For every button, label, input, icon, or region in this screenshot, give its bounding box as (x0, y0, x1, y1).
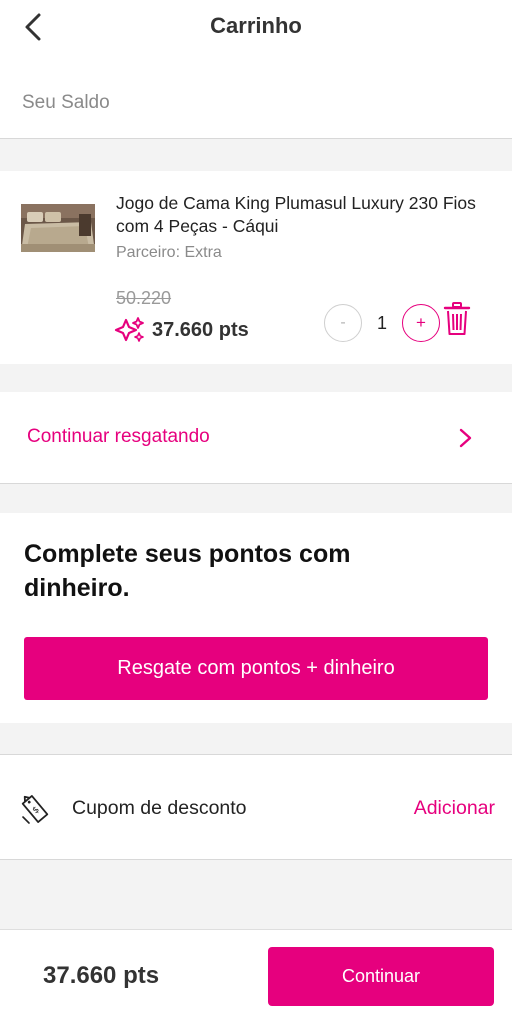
complete-with-money-section: Complete seus pontos com dinheiro. Resga… (0, 513, 512, 723)
product-name[interactable]: Jogo de Cama King Plumasul Luxury 230 Fi… (116, 192, 486, 238)
complete-with-money-title: Complete seus pontos com dinheiro. (24, 540, 351, 602)
quantity-decrease-button[interactable]: - (324, 304, 362, 342)
continue-button[interactable]: Continuar (268, 947, 494, 1006)
points-plus-money-button[interactable]: Resgate com pontos + dinheiro (24, 637, 488, 700)
partner-label: Parceiro: Extra (116, 244, 222, 261)
remove-item-button[interactable] (443, 301, 471, 337)
old-price: 50.220 (116, 288, 172, 308)
quantity-value: 1 (376, 313, 387, 333)
continue-shopping-link[interactable]: Continuar resgatando (0, 392, 512, 484)
price-points-row: 37.660 pts (114, 316, 249, 344)
balance-label: Seu Saldo (22, 92, 110, 113)
coupon-label: Cupom de desconto (72, 797, 247, 819)
header: Carrinho (0, 0, 512, 62)
total-points: 37.660 pts (43, 962, 160, 989)
product-image[interactable] (21, 204, 95, 252)
cart-page: Carrinho Seu Saldo Jogo de Cama King Plu… (0, 0, 512, 1024)
continue-shopping-label: Continuar resgatando (27, 426, 210, 447)
chevron-right-icon (459, 428, 472, 448)
balance-section: Seu Saldo (0, 62, 512, 139)
coupon-section: $ Cupom de desconto Adicionar (0, 754, 512, 860)
checkout-bar: 37.660 pts Continuar (0, 929, 512, 1024)
add-coupon-button[interactable]: Adicionar (414, 797, 495, 820)
coupon-tag-icon: $ (21, 795, 49, 824)
trash-icon (443, 302, 471, 335)
quantity-increase-button[interactable]: + (402, 304, 440, 342)
cart-item: Jogo de Cama King Plumasul Luxury 230 Fi… (0, 171, 512, 364)
sparkle-points-icon (114, 317, 144, 342)
page-title: Carrinho (210, 13, 302, 38)
price-points: 37.660 pts (152, 318, 249, 341)
